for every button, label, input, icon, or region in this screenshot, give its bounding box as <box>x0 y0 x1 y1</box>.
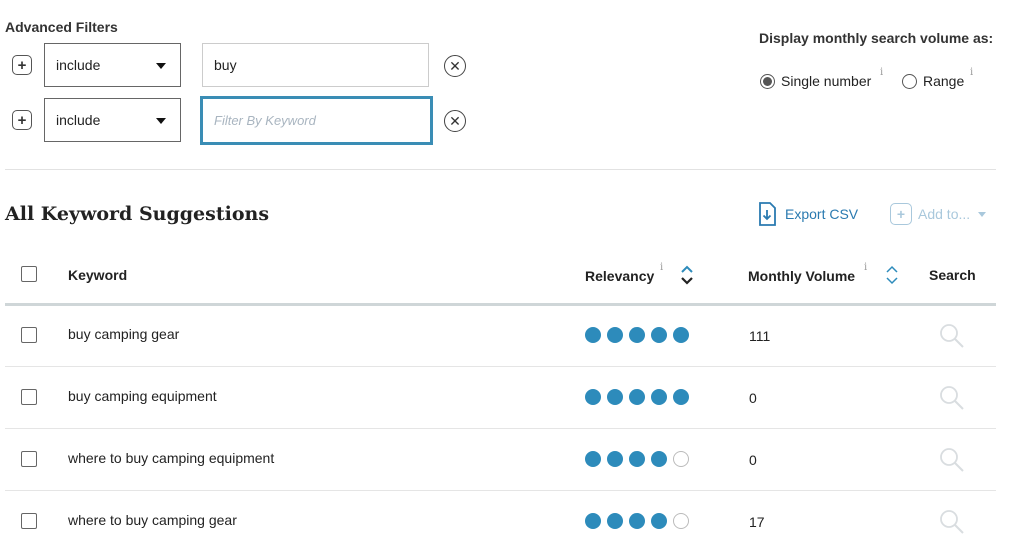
add-filter-button[interactable]: + <box>12 110 32 130</box>
close-icon: ✕ <box>449 58 461 74</box>
relevancy-rating <box>585 327 689 343</box>
relevancy-dot-filled <box>607 327 623 343</box>
caret-down-icon <box>978 211 987 217</box>
relevancy-rating <box>585 513 689 529</box>
caret-down-icon <box>156 118 166 124</box>
column-header-keyword[interactable]: Keyword <box>68 267 127 283</box>
radio-single-number[interactable] <box>760 74 775 89</box>
clear-filter-button-1[interactable]: ✕ <box>444 55 466 77</box>
search-icon[interactable] <box>939 509 965 535</box>
plus-icon: + <box>890 203 912 225</box>
filter-mode-select-2[interactable]: include <box>44 98 181 142</box>
keyword-filter-input-1[interactable]: buy <box>202 43 429 87</box>
monthly-volume-value: 0 <box>749 390 757 406</box>
relevancy-dot-filled <box>673 389 689 405</box>
column-header-relevancy[interactable]: Relevancy <box>585 268 654 284</box>
filter-mode-value: include <box>56 112 101 128</box>
search-icon[interactable] <box>939 447 965 473</box>
monthly-volume-value: 111 <box>749 328 771 344</box>
info-icon[interactable]: i <box>660 262 663 273</box>
keyword-filter-input-2[interactable]: Filter By Keyword <box>200 96 433 145</box>
relevancy-dot-filled <box>673 327 689 343</box>
keyword-filter-value: buy <box>214 57 237 73</box>
search-icon[interactable] <box>939 323 965 349</box>
clear-filter-button-2[interactable]: ✕ <box>444 110 466 132</box>
relevancy-dot-empty <box>673 451 689 467</box>
advanced-filters-title: Advanced Filters <box>5 19 118 35</box>
relevancy-dot-filled <box>585 451 601 467</box>
info-icon[interactable]: i <box>970 67 973 78</box>
close-icon: ✕ <box>449 113 461 129</box>
relevancy-dot-empty <box>673 513 689 529</box>
radio-single-number-label: Single number <box>781 73 872 89</box>
plus-icon: + <box>17 111 27 129</box>
add-to-label: Add to... <box>918 206 971 222</box>
keyword-text: where to buy camping gear <box>68 512 237 528</box>
table-row[interactable]: buy camping gear 111 <box>0 305 1024 367</box>
relevancy-dot-filled <box>651 389 667 405</box>
relevancy-dot-filled <box>607 389 623 405</box>
relevancy-dot-filled <box>607 451 623 467</box>
relevancy-dot-filled <box>607 513 623 529</box>
monthly-volume-value: 0 <box>749 452 757 468</box>
export-csv-button[interactable]: Export CSV <box>757 201 858 227</box>
search-icon[interactable] <box>939 385 965 411</box>
monthly-volume-value: 17 <box>749 514 765 530</box>
info-icon[interactable]: i <box>864 262 867 273</box>
download-file-icon <box>759 202 776 226</box>
table-row[interactable]: where to buy camping equipment 0 <box>0 429 1024 491</box>
table-row[interactable]: where to buy camping gear 17 <box>0 491 1024 552</box>
table-row[interactable]: buy camping equipment 0 <box>0 367 1024 429</box>
row-checkbox[interactable] <box>21 327 37 343</box>
info-icon[interactable]: i <box>880 67 883 78</box>
add-to-button[interactable]: + Add to... <box>890 203 987 225</box>
add-filter-button[interactable]: + <box>12 55 32 75</box>
plus-icon: + <box>17 56 27 74</box>
filter-mode-value: include <box>56 57 101 73</box>
caret-down-icon <box>156 63 166 69</box>
select-all-checkbox[interactable] <box>21 266 37 282</box>
keyword-text: buy camping gear <box>68 326 180 342</box>
radio-range[interactable] <box>902 74 917 89</box>
export-csv-label: Export CSV <box>785 206 859 222</box>
section-divider <box>5 169 996 170</box>
relevancy-dot-filled <box>651 451 667 467</box>
row-checkbox[interactable] <box>21 389 37 405</box>
keyword-text: where to buy camping equipment <box>68 450 275 466</box>
relevancy-dot-filled <box>629 513 645 529</box>
relevancy-dot-filled <box>629 451 645 467</box>
radio-range-label: Range <box>923 73 965 89</box>
relevancy-dot-filled <box>651 327 667 343</box>
keyword-text: buy camping equipment <box>68 388 217 404</box>
sort-icon[interactable] <box>680 264 694 286</box>
relevancy-rating <box>585 389 689 405</box>
filter-mode-select-1[interactable]: include <box>44 43 181 87</box>
column-header-search: Search <box>929 267 976 283</box>
relevancy-dot-filled <box>585 327 601 343</box>
row-checkbox[interactable] <box>21 451 37 467</box>
relevancy-dot-filled <box>629 389 645 405</box>
relevancy-dot-filled <box>629 327 645 343</box>
keyword-filter-placeholder: Filter By Keyword <box>214 113 316 128</box>
row-checkbox[interactable] <box>21 513 37 529</box>
relevancy-rating <box>585 451 689 467</box>
relevancy-dot-filled <box>651 513 667 529</box>
display-volume-label: Display monthly search volume as: <box>759 30 994 46</box>
sort-icon[interactable] <box>885 264 899 286</box>
relevancy-dot-filled <box>585 513 601 529</box>
relevancy-dot-filled <box>585 389 601 405</box>
suggestions-title: All Keyword Suggestions <box>5 203 270 225</box>
column-header-monthly-volume[interactable]: Monthly Volume <box>748 268 855 284</box>
